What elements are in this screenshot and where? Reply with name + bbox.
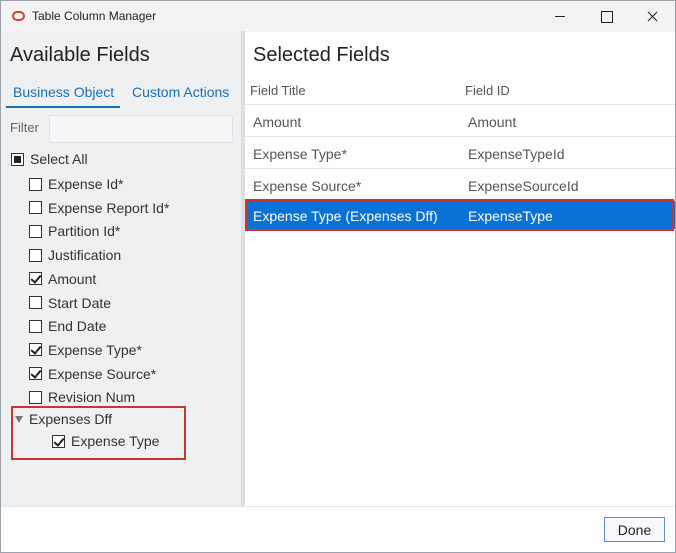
table-row[interactable]: Expense Type* ExpenseTypeId [245, 136, 675, 168]
cell-field-id: ExpenseType [468, 208, 553, 224]
available-fields-panel: Available Fields Business Object Custom … [1, 31, 242, 506]
group-label: Expenses Dff [29, 411, 113, 427]
group-expenses-dff[interactable]: Expenses Dff [15, 411, 112, 427]
field-checkbox[interactable] [29, 201, 42, 215]
dialog-footer [1, 506, 675, 552]
field-row[interactable]: Start Date [29, 293, 111, 313]
field-checkbox[interactable] [29, 367, 42, 381]
cell-field-title: Amount [253, 114, 302, 130]
field-checkbox[interactable] [29, 272, 42, 286]
active-tab-indicator [6, 106, 120, 108]
column-header-field-title[interactable]: Field Title [250, 83, 306, 98]
field-row[interactable]: Amount [29, 269, 96, 289]
field-label: Start Date [48, 294, 112, 311]
field-checkbox[interactable] [29, 319, 42, 333]
field-row[interactable]: Expense Id* [29, 174, 124, 194]
field-label: Expense Report Id* [48, 199, 170, 216]
filter-label: Filter [10, 120, 39, 135]
field-checkbox[interactable] [29, 296, 42, 309]
field-label: Revision Num [48, 389, 136, 406]
select-all-label: Select All [30, 151, 88, 167]
field-label: Justification [48, 247, 122, 264]
field-label: Expense Type [71, 433, 160, 449]
select-all-row[interactable]: Select All [11, 149, 88, 169]
cell-field-id: Amount [468, 114, 517, 130]
field-row[interactable]: Expense Type* [29, 340, 142, 360]
selected-fields-title: Selected Fields [253, 44, 390, 66]
close-icon[interactable] [629, 1, 675, 32]
field-checkbox[interactable] [29, 343, 42, 357]
selected-fields-table: Amount Amount Expense Type* ExpenseTypeId Ex… [245, 104, 675, 229]
field-checkbox[interactable] [29, 248, 42, 262]
window-title: Table Column Manager [32, 9, 157, 23]
maximize-icon[interactable] [583, 1, 629, 32]
field-row[interactable]: Justification [29, 245, 121, 265]
table-row[interactable]: Expense Type (Expenses Dff) ExpenseType [245, 200, 675, 229]
available-fields-title: Available Fields [10, 44, 150, 66]
column-header-field-id[interactable]: Field ID [465, 83, 510, 98]
field-label: Expense Type* [48, 341, 142, 358]
cell-field-title: Expense Source* [253, 178, 362, 194]
done-button[interactable]: Done [604, 517, 665, 542]
select-all-checkbox[interactable] [11, 152, 24, 166]
field-row[interactable]: Revision Num [29, 387, 135, 407]
filter-input[interactable] [49, 115, 233, 143]
field-checkbox[interactable] [52, 434, 65, 448]
field-row[interactable]: Partition Id* [29, 221, 120, 241]
table-row[interactable]: Expense Source* ExpenseSourceId [245, 168, 675, 200]
field-row-expense-type-dff[interactable]: Expense Type [52, 431, 159, 451]
field-row[interactable]: Expense Source* [29, 364, 156, 384]
field-label: Expense Id* [48, 176, 124, 192]
field-label: Expense Source* [48, 365, 157, 382]
cell-field-title: Expense Type* [253, 146, 347, 162]
collapse-triangle-icon[interactable] [15, 415, 23, 423]
field-row[interactable]: Expense Report Id* [29, 198, 169, 218]
cell-field-id: ExpenseSourceId [468, 178, 579, 194]
tab-business-object[interactable]: Business Object [13, 84, 114, 100]
cell-field-id: ExpenseTypeId [468, 146, 565, 162]
field-checkbox[interactable] [29, 390, 42, 404]
field-label: End Date [48, 318, 107, 335]
field-label: Amount [48, 270, 97, 287]
field-checkbox[interactable] [29, 224, 42, 238]
field-row[interactable]: End Date [29, 316, 106, 336]
tab-custom-actions[interactable]: Custom Actions [132, 84, 229, 100]
field-checkbox[interactable] [29, 177, 42, 191]
minimize-icon[interactable] [537, 1, 583, 32]
cell-field-title: Expense Type (Expenses Dff) [253, 208, 438, 224]
field-label: Partition Id* [48, 223, 121, 240]
table-row[interactable]: Amount Amount [245, 104, 675, 136]
oracle-logo-icon [12, 11, 25, 21]
panel-splitter[interactable] [241, 31, 245, 506]
title-bar: Table Column Manager [1, 1, 675, 32]
